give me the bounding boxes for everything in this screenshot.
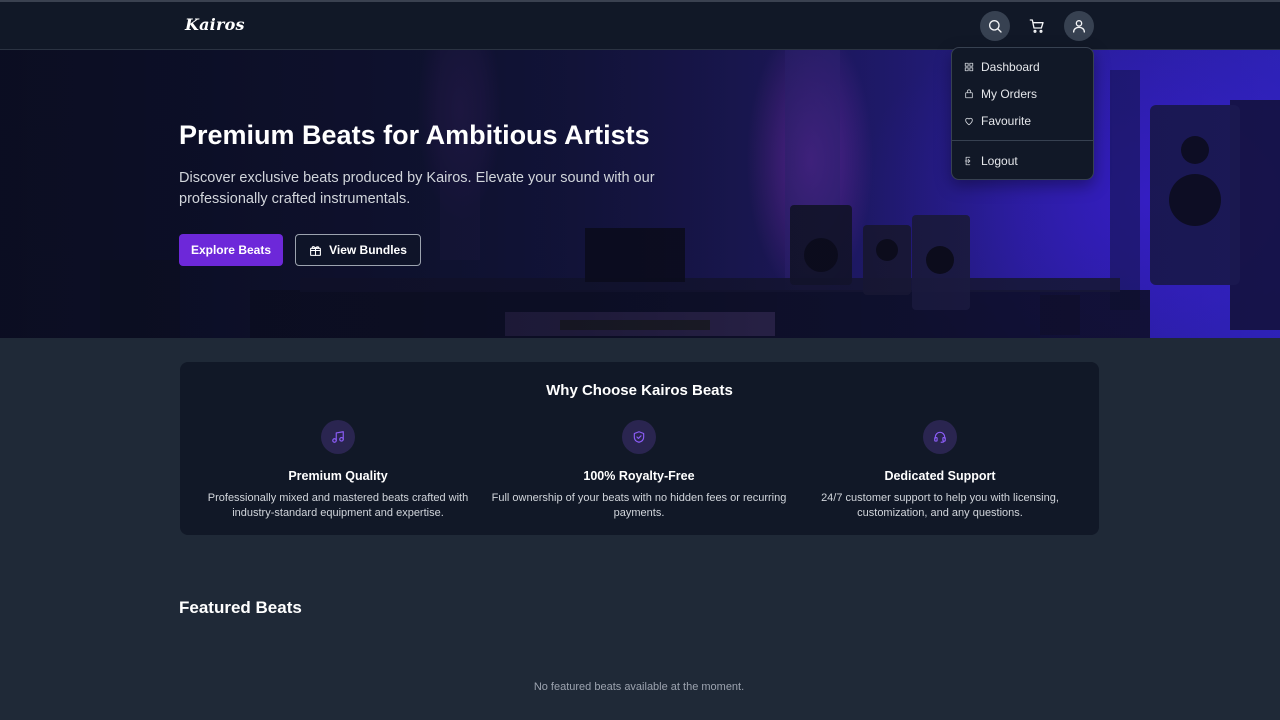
cart-icon [1029,19,1044,33]
menu-item-label: My Orders [981,87,1038,101]
search-icon [989,20,1002,33]
top-navbar: Kairos [0,0,1280,50]
cart-button[interactable] [1022,11,1052,41]
feature-icon-badge [622,420,656,454]
feature-royalty-free: 100% Royalty-Free Full ownership of your… [489,420,789,521]
why-choose-title: Why Choose Kairos Beats [546,382,733,399]
menu-item-label: Logout [981,154,1018,168]
featured-empty-message: No featured beats available at the momen… [533,681,745,693]
menu-item-logout[interactable]: Logout [964,152,1018,170]
menu-item-dashboard[interactable]: Dashboard [964,58,1040,76]
user-icon [1073,20,1085,33]
feature-title: Dedicated Support [884,469,996,483]
feature-description: 24/7 customer support to help you with l… [821,492,1059,519]
user-menu-button[interactable] [1064,11,1094,41]
feature-icon-badge [321,420,355,454]
hero-subtitle: Discover exclusive beats produced by Kai… [179,170,655,207]
heart-icon [965,117,973,126]
menu-item-label: Dashboard [981,60,1040,74]
brand-logo[interactable]: Kairos [185,15,245,34]
feature-description: Full ownership of your beats with no hid… [491,492,787,519]
hero-title: Premium Beats for Ambitious Artists [179,120,650,150]
featured-beats-title: Featured Beats [179,598,302,617]
user-dropdown-menu: Dashboard My Orders Favourite Logout [951,47,1094,180]
headset-icon [934,431,946,443]
shield-check-icon [633,431,645,443]
menu-divider [952,140,1093,141]
feature-icon-badge [923,420,957,454]
explore-beats-button[interactable]: Explore Beats [179,234,283,266]
search-button[interactable] [980,11,1010,41]
feature-premium-quality: Premium Quality Professionally mixed and… [188,420,488,521]
menu-item-label: Favourite [981,114,1032,128]
bag-icon [965,89,973,99]
feature-title: Premium Quality [288,469,388,483]
feature-dedicated-support: Dedicated Support 24/7 customer support … [790,420,1090,521]
feature-title: 100% Royalty-Free [583,469,695,483]
menu-item-favourite[interactable]: Favourite [964,112,1031,130]
gift-icon [310,245,322,256]
music-note-icon [332,431,344,443]
why-choose-card: Why Choose Kairos Beats Premium Quality … [180,362,1099,535]
logout-icon [964,156,971,166]
menu-item-my-orders[interactable]: My Orders [964,85,1037,103]
dashboard-icon [964,62,974,72]
view-bundles-label: View Bundles [329,243,407,257]
view-bundles-button[interactable]: View Bundles [295,234,421,266]
feature-description: Professionally mixed and mastered beats … [207,492,469,519]
